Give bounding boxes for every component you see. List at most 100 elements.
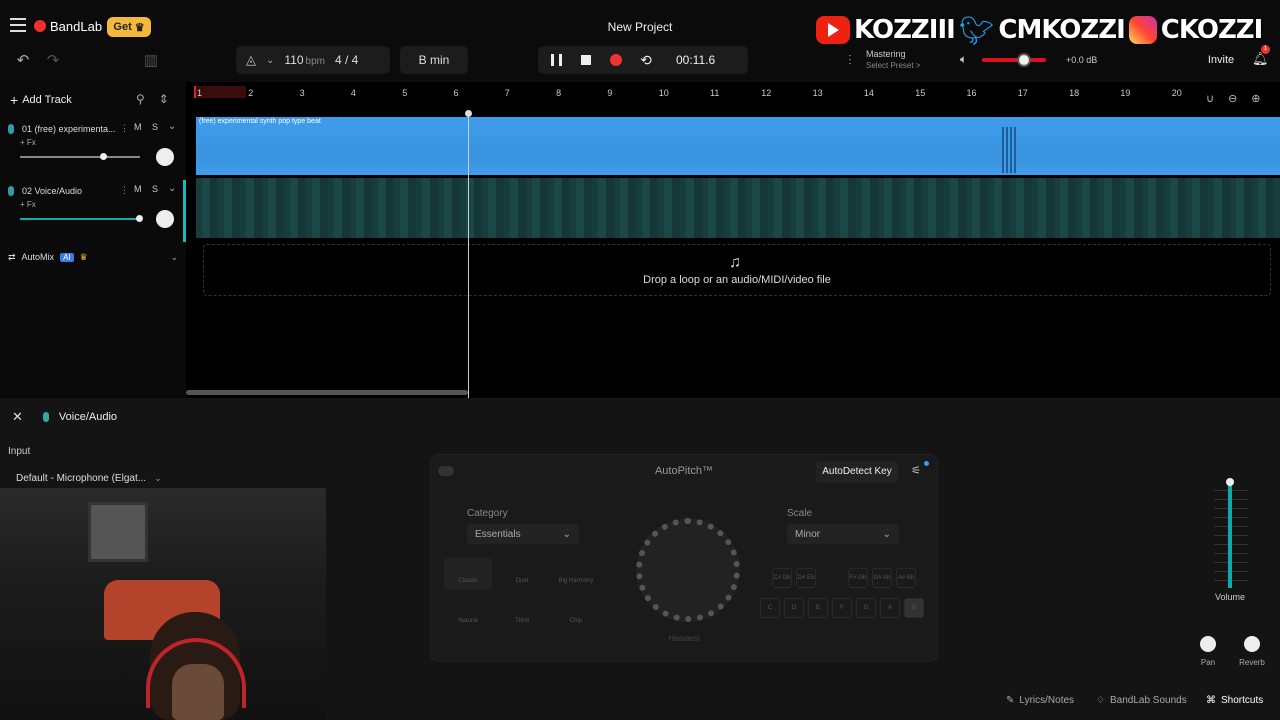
note-key[interactable]: G xyxy=(856,598,876,618)
preset-third[interactable]: Third xyxy=(498,598,546,630)
track-volume-fader[interactable] xyxy=(1228,480,1232,588)
bandlab-logo[interactable]: BandLab xyxy=(34,19,102,34)
voice-track-lane[interactable] xyxy=(196,178,1280,238)
pause-button[interactable] xyxy=(548,52,564,68)
wand-icon[interactable]: ⚲ xyxy=(136,92,145,106)
transport-controls: ⟲ 00:11.6 xyxy=(538,46,748,74)
reverb-knob[interactable] xyxy=(1244,636,1260,652)
solo-button[interactable]: S xyxy=(152,184,158,194)
audio-region-beat[interactable]: (free) experimental synth pop type beat xyxy=(196,117,1280,175)
metronome-icon[interactable]: ◬ xyxy=(246,52,256,68)
magnet-icon[interactable]: ∪ xyxy=(1206,92,1214,105)
more-icon[interactable]: ⋮ xyxy=(120,123,129,134)
key-selector[interactable]: B min xyxy=(400,46,468,74)
mic-icon xyxy=(8,124,14,134)
project-title[interactable]: New Project xyxy=(560,20,720,34)
tempo-input[interactable]: 110 bpm xyxy=(284,53,325,67)
automix-row[interactable]: ⇄ AutoMix AI ♛ ⌄ xyxy=(0,248,186,266)
bar-number: 13 xyxy=(812,88,823,98)
note-key[interactable]: C# Db xyxy=(772,568,792,588)
playhead-handle[interactable] xyxy=(465,110,472,117)
timeline-ruler[interactable]: 1 2 3 4 5 6 7 8 9 10 11 12 13 14 15 16 17 18 19 20 xyxy=(194,86,1280,100)
redo-icon[interactable]: ↷ xyxy=(40,51,66,71)
bandlab-sounds-button[interactable]: ♢ BandLab Sounds xyxy=(1096,690,1187,710)
autopitch-toggle[interactable] xyxy=(438,466,454,476)
bar-number: 4 xyxy=(350,88,356,98)
track-volume-thumb[interactable] xyxy=(100,153,107,160)
note-key[interactable]: G# Ab xyxy=(872,568,892,588)
note-key[interactable]: C xyxy=(760,598,780,618)
sounds-label: BandLab Sounds xyxy=(1109,694,1187,706)
more-icon[interactable]: ⋮ xyxy=(120,185,129,196)
get-membership-button[interactable]: Get ♛ xyxy=(107,17,151,37)
mute-button[interactable]: M xyxy=(134,122,142,132)
preset-chip[interactable]: Chip xyxy=(552,598,600,630)
input-device-select[interactable]: Default - Microphone (Elgat... ⌄ xyxy=(8,468,178,488)
note-key[interactable]: F xyxy=(832,598,852,618)
track-view-icon[interactable]: ▥ xyxy=(138,51,164,71)
autodetect-key-button[interactable]: AutoDetect Key xyxy=(816,461,898,483)
bandlab-logo-icon xyxy=(34,20,46,32)
track-volume-slider[interactable] xyxy=(20,156,140,158)
note-key[interactable]: A# Bb xyxy=(896,568,916,588)
note-key[interactable]: F# Gb xyxy=(848,568,868,588)
master-volume-slider[interactable] xyxy=(982,58,1046,62)
chevron-down-icon[interactable]: ⌄ xyxy=(168,121,176,132)
preset-classic[interactable]: Classic xyxy=(444,558,492,590)
autopitch-amount-knob[interactable] xyxy=(636,518,740,622)
zoom-in-icon[interactable]: ⊕ xyxy=(1251,92,1260,105)
invite-button[interactable]: Invite xyxy=(1200,51,1242,69)
metronome-chevron-down-icon[interactable]: ⌄ xyxy=(266,55,274,66)
playhead[interactable] xyxy=(468,112,469,398)
add-fx-button[interactable]: + Fx xyxy=(20,200,36,209)
scale-select[interactable]: Minor ⌄ xyxy=(787,524,899,544)
track-name[interactable]: 01 (free) experimenta... xyxy=(22,124,118,134)
chevron-down-icon[interactable]: ⌄ xyxy=(170,252,178,263)
track-header-2[interactable]: 02 Voice/Audio ⋮ M S ⌄ + Fx xyxy=(0,180,186,242)
loop-button[interactable]: ⟲ xyxy=(638,52,654,68)
volume-fader-thumb[interactable] xyxy=(1226,478,1234,486)
bar-number: 16 xyxy=(966,88,977,98)
twitter-icon: 🐦︎ xyxy=(958,14,995,46)
track-name[interactable]: 02 Voice/Audio xyxy=(22,186,118,196)
bar-number: 1 xyxy=(197,88,203,98)
note-key[interactable]: A xyxy=(880,598,900,618)
chevron-down-icon[interactable]: ⌄ xyxy=(168,183,176,194)
track-header-1[interactable]: 01 (free) experimenta... ⋮ M S ⌄ + Fx xyxy=(0,118,186,180)
stop-button[interactable] xyxy=(578,52,594,68)
sounds-icon: ♢ xyxy=(1096,694,1105,706)
add-fx-button[interactable]: + Fx xyxy=(20,138,36,147)
speaker-icon[interactable]: 🔈︎ xyxy=(960,52,967,67)
lyrics-notes-button[interactable]: ✎ Lyrics/Notes xyxy=(1006,690,1074,710)
menu-icon[interactable] xyxy=(10,18,26,34)
track-pan-knob[interactable] xyxy=(156,210,174,228)
zoom-out-icon[interactable]: ⊖ xyxy=(1228,92,1237,105)
undo-icon[interactable]: ↶ xyxy=(10,51,36,71)
settings-sliders-icon[interactable]: ⚟ xyxy=(906,464,926,480)
close-icon[interactable]: ✕ xyxy=(12,409,23,425)
note-key[interactable]: B xyxy=(904,598,924,618)
time-signature[interactable]: 4 / 4 xyxy=(335,53,358,67)
track-volume-thumb[interactable] xyxy=(136,215,143,222)
bell-icon[interactable]: 🔔︎ 1 xyxy=(1252,45,1270,67)
mute-button[interactable]: M xyxy=(134,184,142,194)
preset-duet[interactable]: Duet xyxy=(498,558,546,590)
track-pan-knob[interactable] xyxy=(156,148,174,166)
horizontal-scrollbar[interactable] xyxy=(186,388,1280,396)
add-track-button[interactable]: + Add Track xyxy=(10,92,72,108)
category-select[interactable]: Essentials ⌄ xyxy=(467,524,579,544)
note-key[interactable]: D# Eb xyxy=(796,568,816,588)
note-key[interactable]: D xyxy=(784,598,804,618)
preset-natural[interactable]: Natural xyxy=(444,598,492,630)
scrollbar-thumb[interactable] xyxy=(186,390,468,395)
note-key[interactable]: E xyxy=(808,598,828,618)
resize-icon[interactable]: ⇕ xyxy=(159,92,169,106)
shortcuts-button[interactable]: ⌘ Shortcuts xyxy=(1206,690,1263,710)
record-button[interactable] xyxy=(608,52,624,68)
mastering-button[interactable]: ⫶ Mastering Select Preset > xyxy=(848,47,944,73)
preset-big-harmony[interactable]: Big Harmony xyxy=(552,558,600,590)
track-volume-slider[interactable] xyxy=(20,218,140,220)
solo-button[interactable]: S xyxy=(152,122,158,132)
pan-knob[interactable] xyxy=(1200,636,1216,652)
master-volume-thumb[interactable] xyxy=(1017,53,1031,67)
